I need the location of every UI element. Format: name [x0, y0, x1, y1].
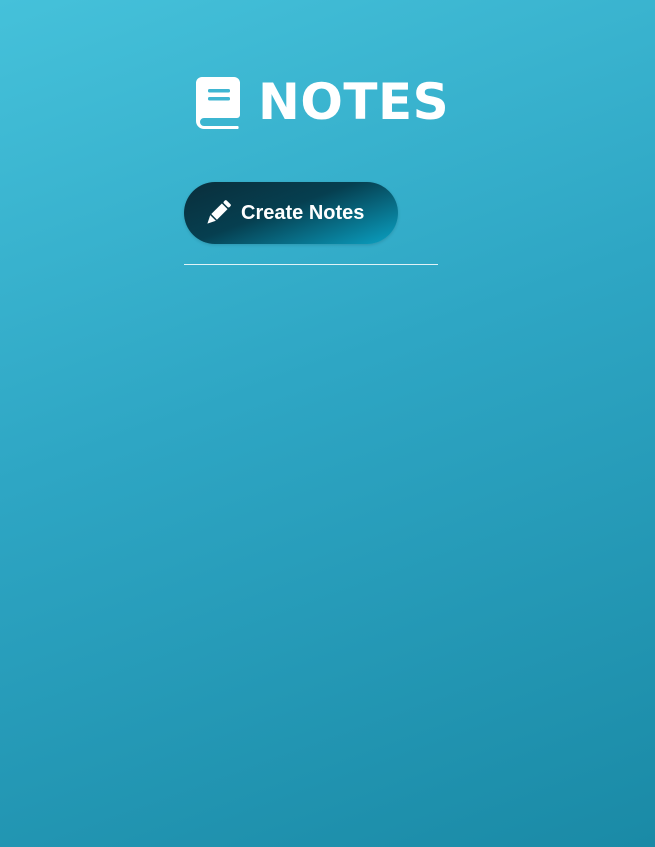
create-notes-button[interactable]: Create Notes [184, 182, 398, 244]
page-title: NOTES [258, 73, 450, 131]
app-container: NOTES Create Notes [184, 60, 449, 265]
pencil-icon [204, 199, 232, 227]
page-header: NOTES [194, 60, 449, 144]
book-icon [194, 75, 242, 129]
create-notes-label: Create Notes [241, 201, 365, 224]
header-divider [184, 264, 438, 265]
